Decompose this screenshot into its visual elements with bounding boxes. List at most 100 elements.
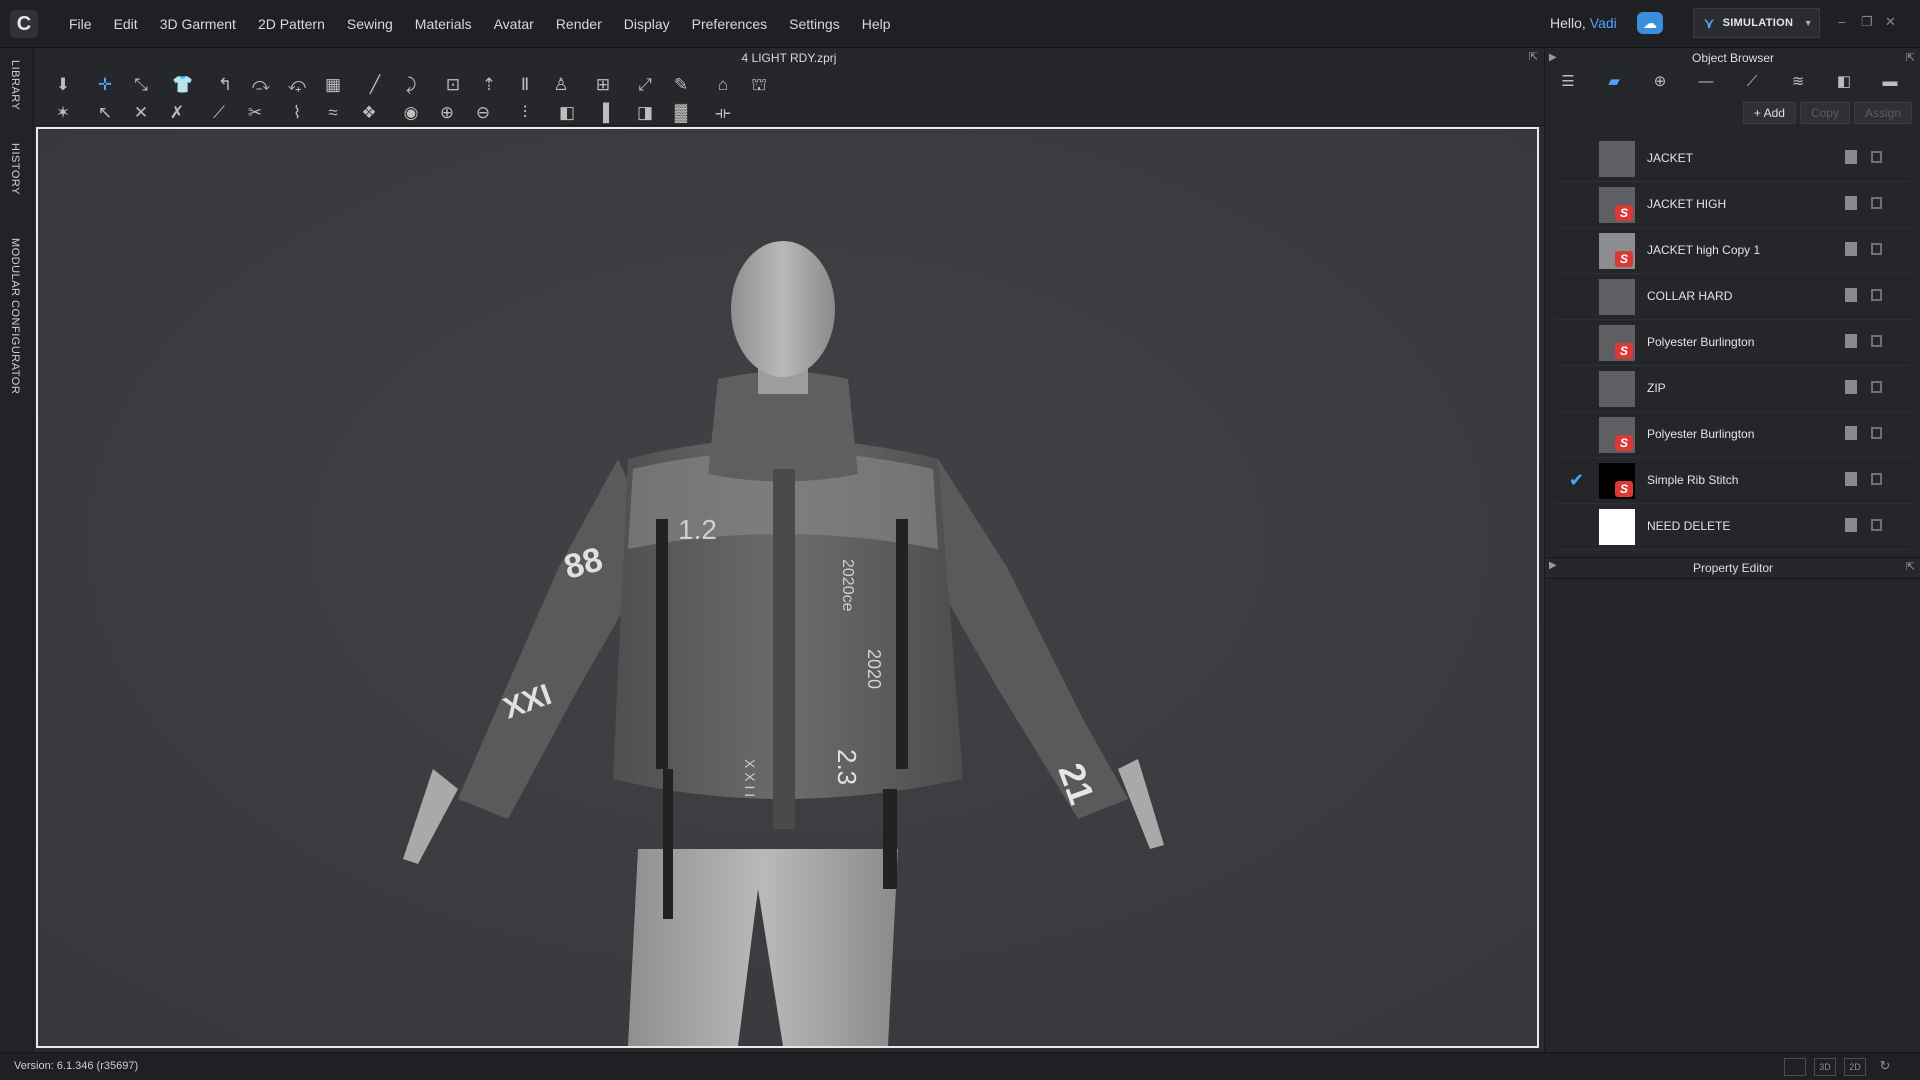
puckering-icon[interactable]: ▦: [318, 73, 348, 97]
popout-icon[interactable]: ⇱: [1529, 50, 1538, 63]
seamline-icon[interactable]: ≈: [318, 101, 348, 125]
trim-icon[interactable]: ◨: [630, 101, 660, 125]
close-icon[interactable]: ✕: [1885, 14, 1896, 30]
app-logo-icon[interactable]: C: [10, 10, 38, 38]
select-move-icon[interactable]: ⬇: [48, 73, 78, 97]
garment-icon[interactable]: 👕: [168, 73, 198, 97]
buttonhole-icon[interactable]: ⊕: [432, 101, 462, 125]
button-icon[interactable]: ◉: [396, 101, 426, 125]
username[interactable]: Vadi: [1590, 15, 1617, 31]
steam-icon[interactable]: Ⅱ: [510, 73, 540, 97]
tab-seamline-icon[interactable]: ⟋: [1729, 68, 1775, 96]
apply-to-selected-icon[interactable]: [1845, 426, 1857, 440]
tab-history[interactable]: HISTORY: [9, 143, 21, 195]
view-split-button[interactable]: [1784, 1058, 1806, 1076]
material-row[interactable]: S Polyester Burlington: [1555, 412, 1911, 458]
tab-button-icon[interactable]: ⊕: [1637, 68, 1683, 96]
menu-file[interactable]: File: [58, 16, 103, 32]
menu-edit[interactable]: Edit: [103, 16, 149, 32]
topstitch-icon[interactable]: ⌇: [282, 101, 312, 125]
apply-to-selected-icon[interactable]: [1845, 196, 1857, 210]
hanger-icon[interactable]: ⌂: [708, 73, 738, 97]
edit-curve-icon[interactable]: ✗: [162, 101, 192, 125]
popout-icon[interactable]: ⇱: [1906, 560, 1915, 573]
material-options-icon[interactable]: [1871, 289, 1882, 301]
apply-to-selected-icon[interactable]: [1845, 472, 1857, 486]
tape-icon[interactable]: ⤢: [630, 73, 660, 97]
zipper-icon[interactable]: ⫶: [510, 101, 540, 125]
graphic-icon[interactable]: ▐: [588, 101, 618, 125]
add-button[interactable]: + Add: [1742, 102, 1796, 124]
material-row[interactable]: ✔ S Simple Rib Stitch: [1555, 458, 1911, 504]
select-button-icon[interactable]: ⊖: [468, 101, 498, 125]
unfold-icon[interactable]: ⤽: [282, 73, 312, 97]
material-row[interactable]: JACKET: [1555, 136, 1911, 182]
snap-icon[interactable]: ⟛: [708, 101, 738, 125]
fold-line-icon[interactable]: ❖: [354, 101, 384, 125]
tab-topstitch-icon[interactable]: —: [1683, 68, 1729, 96]
segment-icon[interactable]: ⟋: [204, 101, 234, 125]
material-options-icon[interactable]: [1871, 473, 1882, 485]
transform-icon[interactable]: ✛: [90, 73, 120, 97]
menu-settings[interactable]: Settings: [778, 16, 851, 32]
material-row[interactable]: ZIP: [1555, 366, 1911, 412]
fitting-icon[interactable]: ⛫: [744, 73, 774, 97]
tab-fabric-icon[interactable]: ▰: [1591, 68, 1637, 96]
material-row[interactable]: S JACKET high Copy 1: [1555, 228, 1911, 274]
material-options-icon[interactable]: [1871, 335, 1882, 347]
measure-icon[interactable]: ⊞: [588, 73, 618, 97]
menu-preferences[interactable]: Preferences: [681, 16, 778, 32]
material-options-icon[interactable]: [1871, 427, 1882, 439]
tab-scene-list-icon[interactable]: ☰: [1545, 68, 1591, 96]
minimize-icon[interactable]: –: [1838, 14, 1845, 29]
tab-library[interactable]: LIBRARY: [9, 60, 21, 110]
menu-render[interactable]: Render: [545, 16, 613, 32]
copy-button[interactable]: Copy: [1799, 102, 1850, 124]
pin-icon[interactable]: ⇡: [474, 73, 504, 97]
material-options-icon[interactable]: [1871, 151, 1882, 163]
material-row[interactable]: S JACKET HIGH: [1555, 182, 1911, 228]
avatar-measure-icon[interactable]: ✶: [48, 101, 78, 125]
transform-graphic-icon[interactable]: ▓: [666, 101, 696, 125]
apply-to-selected-icon[interactable]: [1845, 334, 1857, 348]
cut-icon[interactable]: ✂: [240, 101, 270, 125]
mode-selector[interactable]: ⋎ SIMULATION ▼: [1693, 8, 1820, 38]
segment-sewing-icon[interactable]: ╱: [360, 73, 390, 97]
fold-arrange-icon[interactable]: ↰: [210, 73, 240, 97]
cloud-sync-icon[interactable]: ☁: [1637, 12, 1663, 34]
edit-point-icon[interactable]: ✕: [126, 101, 156, 125]
menu-display[interactable]: Display: [613, 16, 681, 32]
material-options-icon[interactable]: [1871, 197, 1882, 209]
menu-materials[interactable]: Materials: [404, 16, 483, 32]
menu-sewing[interactable]: Sewing: [336, 16, 404, 32]
material-row[interactable]: COLLAR HARD: [1555, 274, 1911, 320]
popout-icon[interactable]: ⇱: [1906, 48, 1915, 68]
apply-to-selected-icon[interactable]: [1845, 242, 1857, 256]
menu-2d-pattern[interactable]: 2D Pattern: [247, 16, 336, 32]
tab-zipper-icon[interactable]: ▬: [1867, 68, 1913, 96]
restore-icon[interactable]: ❐: [1861, 14, 1873, 30]
material-options-icon[interactable]: [1871, 519, 1882, 531]
menu-help[interactable]: Help: [851, 16, 902, 32]
apply-to-selected-icon[interactable]: [1845, 288, 1857, 302]
tab-graphic-icon[interactable]: ◧: [1821, 68, 1867, 96]
3d-viewport[interactable]: ▣ 👕 👕 ⛹ ♙ ▤ ◩ ● ◍: [36, 127, 1539, 1048]
tack-icon[interactable]: ⊡: [438, 73, 468, 97]
free-sewing-icon[interactable]: ⤸: [396, 73, 426, 97]
view-3d-button[interactable]: 3D: [1814, 1058, 1836, 1076]
apply-to-selected-icon[interactable]: [1845, 518, 1857, 532]
texture-edit-icon[interactable]: ◧: [552, 101, 582, 125]
menu-3d-garment[interactable]: 3D Garment: [149, 16, 247, 32]
refresh-icon[interactable]: ↻: [1874, 1058, 1896, 1076]
apply-to-selected-icon[interactable]: [1845, 380, 1857, 394]
view-2d-button[interactable]: 2D: [1844, 1058, 1866, 1076]
avatar-pose-icon[interactable]: ♙: [546, 73, 576, 97]
assign-button[interactable]: Assign: [1853, 102, 1912, 124]
select-mesh-icon[interactable]: ⤡: [126, 73, 156, 97]
material-options-icon[interactable]: [1871, 381, 1882, 393]
collapse-arrow-icon[interactable]: ▶: [1549, 560, 1557, 571]
material-row[interactable]: NEED DELETE: [1555, 504, 1911, 550]
material-options-icon[interactable]: [1871, 243, 1882, 255]
fold-icon[interactable]: ⤼: [246, 73, 276, 97]
edit-pattern-icon[interactable]: ↖: [90, 101, 120, 125]
